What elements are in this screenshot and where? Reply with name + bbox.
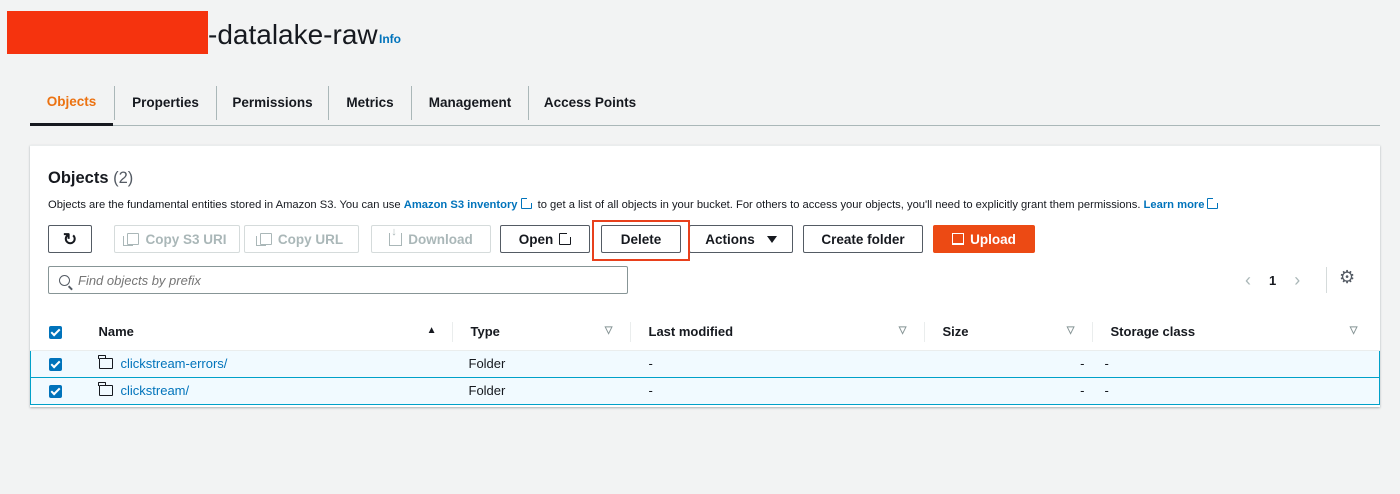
search-icon [59,274,70,286]
type-cell: Folder [452,376,631,405]
tab-permissions[interactable]: Permissions [217,80,328,125]
column-header-last-modified[interactable]: Last modified ▽ [630,314,925,351]
tab-objects[interactable]: Objects [30,80,113,126]
sort-icon[interactable]: ▽ [899,325,907,336]
name-cell: clickstream/ [88,376,453,405]
row-select-cell [30,376,89,405]
panel-title-text: Objects [48,169,109,187]
tab-management[interactable]: Management [412,80,528,125]
external-link-icon [520,197,533,209]
description-text: to get a list of all objects in your buc… [534,199,1144,211]
column-label: Size [942,324,969,340]
column-header-name[interactable]: Name ▲ [88,314,453,351]
folder-icon [98,382,113,396]
actions-dropdown[interactable]: Actions [689,225,793,253]
panel-description: Objects are the fundamental entities sto… [48,197,1221,211]
redacted-bucket-prefix [7,11,208,54]
external-link-icon [559,231,574,245]
copy-url-label: Copy URL [277,231,344,247]
row-checkbox[interactable] [49,358,62,372]
actions-label: Actions [705,231,755,247]
table-row[interactable]: clickstream-errors/ Folder - - - [30,349,1380,378]
storage-class-cell: - [1092,376,1380,405]
column-label: Name [98,324,134,340]
create-folder-label: Create folder [821,231,905,247]
delete-highlight-box [592,220,690,261]
gear-icon[interactable]: ⚙ [1339,267,1355,288]
table-row[interactable]: clickstream/ Folder - - - [30,376,1380,405]
copy-icon [255,233,272,246]
tab-metrics[interactable]: Metrics [329,80,411,125]
create-folder-button[interactable]: Create folder [803,225,923,253]
page-title: -datalake-raw [208,19,378,50]
table-header-row: Name ▲ Type ▽ Last modified ▽ Size ▽ Sto… [30,314,1380,351]
chevron-right-icon[interactable]: › [1294,270,1300,291]
inventory-link[interactable]: Amazon S3 inventory [404,199,518,211]
copy-icon [123,233,140,246]
object-link[interactable]: clickstream/ [121,383,190,398]
copy-s3-uri-button[interactable]: Copy S3 URI [114,225,240,253]
tab-access-points[interactable]: Access Points [529,80,651,125]
info-link[interactable]: Info [379,32,401,46]
page-number[interactable]: 1 [1269,273,1276,288]
last-modified-cell: - [630,376,925,405]
objects-table: Name ▲ Type ▽ Last modified ▽ Size ▽ Sto… [30,314,1380,405]
copy-url-button[interactable]: Copy URL [244,225,359,253]
download-button[interactable]: Download [371,225,491,253]
download-icon [389,227,403,246]
panel-title: Objects (2) [48,169,133,188]
column-header-storage-class[interactable]: Storage class ▽ [1092,314,1380,351]
object-link[interactable]: clickstream-errors/ [121,356,228,371]
column-label: Last modified [648,324,734,340]
folder-icon [98,355,113,369]
upload-icon [952,233,965,245]
search-input[interactable] [78,272,598,288]
storage-class-cell: - [1092,349,1380,378]
external-link-icon [1207,197,1220,209]
upload-button[interactable]: Upload [933,225,1035,253]
column-label: Type [470,324,500,340]
pagination-divider [1326,267,1327,293]
chevron-left-icon[interactable]: ‹ [1245,270,1251,291]
name-cell: clickstream-errors/ [88,349,453,378]
last-modified-cell: - [630,349,925,378]
search-box[interactable] [48,266,628,294]
copy-s3-uri-label: Copy S3 URI [145,231,227,247]
refresh-icon: ↻ [62,229,78,249]
column-header-type[interactable]: Type ▽ [452,314,631,351]
column-label: Storage class [1110,324,1196,340]
object-count: (2) [113,169,134,187]
pagination: ‹ 1 › [1245,267,1300,293]
open-label: Open [518,231,554,247]
size-cell: - [924,376,1093,405]
upload-label: Upload [970,231,1016,247]
select-all-checkbox[interactable] [48,326,62,340]
row-select-cell [30,349,89,378]
learn-more-link[interactable]: Learn more [1144,199,1205,211]
row-checkbox[interactable] [49,385,62,399]
refresh-button[interactable]: ↻ [48,225,92,253]
sort-icon[interactable]: ▽ [605,325,613,336]
sort-icon[interactable]: ▽ [1067,325,1075,336]
size-cell: - [924,349,1093,378]
download-label: Download [408,231,473,247]
description-text: Objects are the fundamental entities sto… [48,199,404,211]
tab-properties[interactable]: Properties [115,80,216,125]
caret-down-icon [766,235,777,243]
objects-panel: Objects (2) Objects are the fundamental … [30,145,1380,407]
bucket-tabs: Objects Properties Permissions Metrics M… [30,80,1380,126]
type-cell: Folder [452,349,631,378]
sort-ascending-icon[interactable]: ▲ [427,325,437,336]
sort-icon[interactable]: ▽ [1350,325,1358,336]
open-button[interactable]: Open [500,225,590,253]
column-header-size[interactable]: Size ▽ [924,314,1093,351]
select-all-cell [30,314,89,351]
